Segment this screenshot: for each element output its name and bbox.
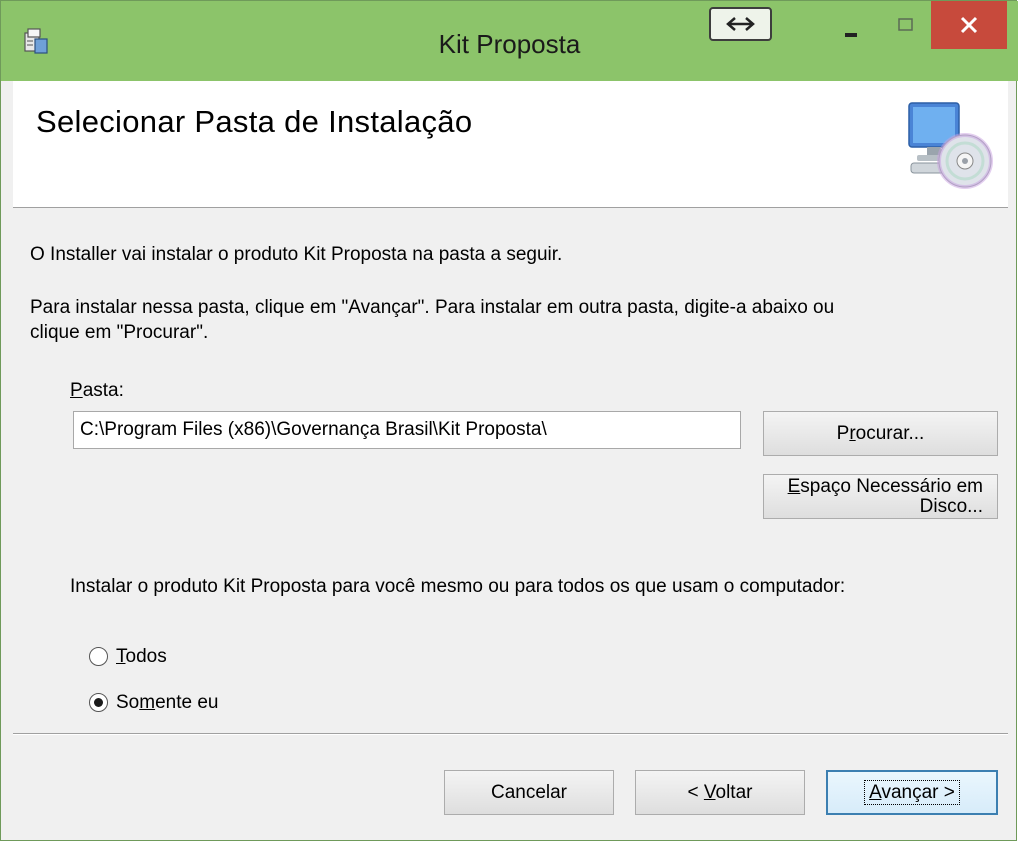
title-bar[interactable]: Kit Proposta (1, 1, 1018, 81)
installer-window: Kit Proposta Selecionar Pasta de Instala… (0, 0, 1018, 841)
radio-just-me-label[interactable]: Somente eu (116, 692, 218, 714)
dialog-header: Selecionar Pasta de Instalação (13, 81, 1008, 208)
close-button[interactable] (931, 1, 1007, 49)
maximize-icon (898, 18, 913, 31)
disk-cost-button-line2: Disco... (919, 495, 983, 517)
folder-label-rest: asta: (82, 380, 124, 401)
browse-button[interactable]: Procurar... (763, 411, 998, 456)
cancel-button[interactable]: Cancelar (444, 770, 614, 815)
instructions-line-1: Para instalar nessa pasta, clique em "Av… (30, 297, 835, 318)
computer-cd-icon (908, 102, 993, 189)
radio-selected-dot (94, 698, 103, 707)
folder-label-mnemonic: P (70, 380, 83, 401)
folder-label: Pasta: (70, 380, 124, 402)
close-icon (960, 16, 978, 34)
folder-path-input[interactable] (73, 411, 741, 449)
next-button[interactable]: Avançar > (826, 770, 998, 815)
intro-text: O Installer vai instalar o produto Kit P… (30, 244, 563, 265)
install-for-label: Instalar o produto Kit Proposta para voc… (70, 576, 846, 597)
radio-just-me-circle[interactable] (89, 693, 108, 712)
cancel-button-label: Cancelar (490, 781, 568, 803)
page-title: Selecionar Pasta de Instalação (36, 104, 473, 139)
browse-button-label: Procurar... (836, 422, 925, 444)
radio-everyone-circle[interactable] (89, 647, 108, 666)
footer-separator (13, 733, 1008, 735)
back-button-label: < Voltar (687, 781, 753, 803)
minimize-icon (845, 33, 857, 37)
disk-cost-button-line1: Espaço Necessário em (787, 475, 983, 497)
resize-arrows-icon (726, 17, 755, 31)
minimize-button[interactable] (829, 1, 873, 49)
next-button-label: Avançar > (864, 779, 960, 806)
snap-button[interactable] (709, 7, 772, 41)
maximize-button[interactable] (883, 1, 927, 49)
radio-everyone-label[interactable]: Todos (116, 646, 167, 668)
instructions-line-2: clique em "Procurar". (30, 322, 209, 343)
disk-cost-button[interactable]: Espaço Necessário em Disco... (763, 474, 998, 519)
back-button[interactable]: < Voltar (635, 770, 805, 815)
